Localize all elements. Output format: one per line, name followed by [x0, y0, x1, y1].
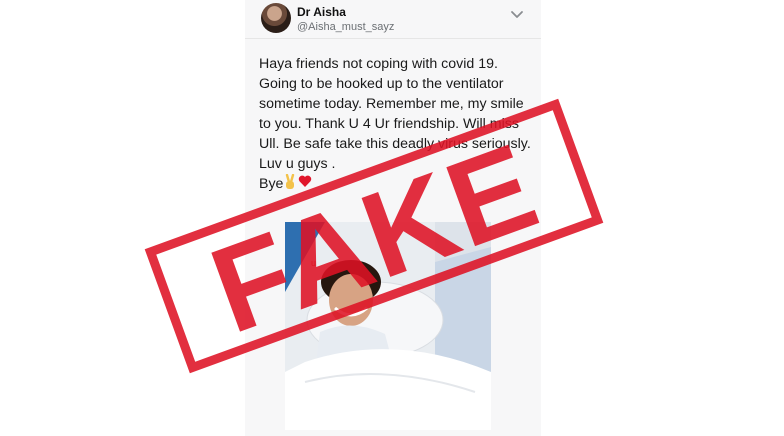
- chevron-down-icon[interactable]: [509, 6, 525, 22]
- user-handle[interactable]: @Aisha_must_sayz: [297, 21, 394, 33]
- red-heart-icon: [299, 175, 312, 187]
- avatar[interactable]: [261, 3, 291, 33]
- tweet-header: Dr Aisha @Aisha_must_sayz: [245, 0, 541, 39]
- emoji-row: [283, 174, 312, 190]
- victory-hand-icon: [286, 174, 295, 189]
- display-name[interactable]: Dr Aisha: [297, 5, 346, 19]
